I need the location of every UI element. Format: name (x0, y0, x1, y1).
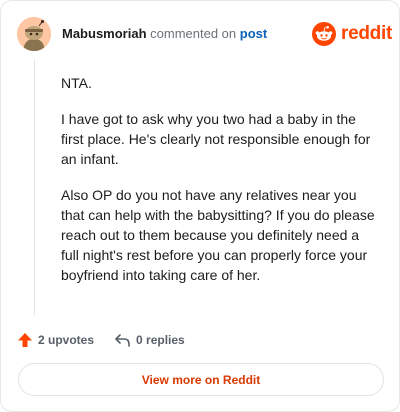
reply-button[interactable]: 0 replies (114, 332, 185, 348)
view-more-button[interactable]: View more on Reddit (18, 363, 384, 396)
thread-line (34, 59, 35, 315)
upvote-arrow-icon (18, 333, 32, 347)
reply-count: 0 replies (136, 333, 185, 347)
upvote-count: 2 upvotes (38, 333, 95, 347)
user-avatar[interactable] (17, 17, 51, 51)
brand-wordmark: reddit (341, 23, 392, 44)
snoo-avatar-icon (17, 17, 51, 51)
post-link[interactable]: post (240, 26, 267, 41)
reddit-logo-icon (312, 22, 336, 46)
comment-paragraph: Also OP do you not have any relatives ne… (61, 187, 375, 283)
comment-actions: 2 upvotes 0 replies (17, 331, 185, 349)
comment-paragraph: I have got to ask why you two had a baby… (61, 111, 371, 167)
comment-meta: Mabusmoriah commented on post (62, 27, 267, 41)
username[interactable]: Mabusmoriah (62, 26, 147, 41)
action-text: commented on (150, 26, 237, 41)
reply-arrow-icon (115, 334, 130, 347)
comment-body: NTA. I have got to ask why you two had a… (61, 73, 379, 301)
comment-card: Mabusmoriah commented on post reddit NTA… (0, 0, 400, 412)
upvote-button[interactable]: 2 upvotes (17, 332, 94, 348)
comment-paragraph: NTA. (61, 75, 92, 91)
reddit-brand[interactable]: reddit (312, 21, 392, 47)
